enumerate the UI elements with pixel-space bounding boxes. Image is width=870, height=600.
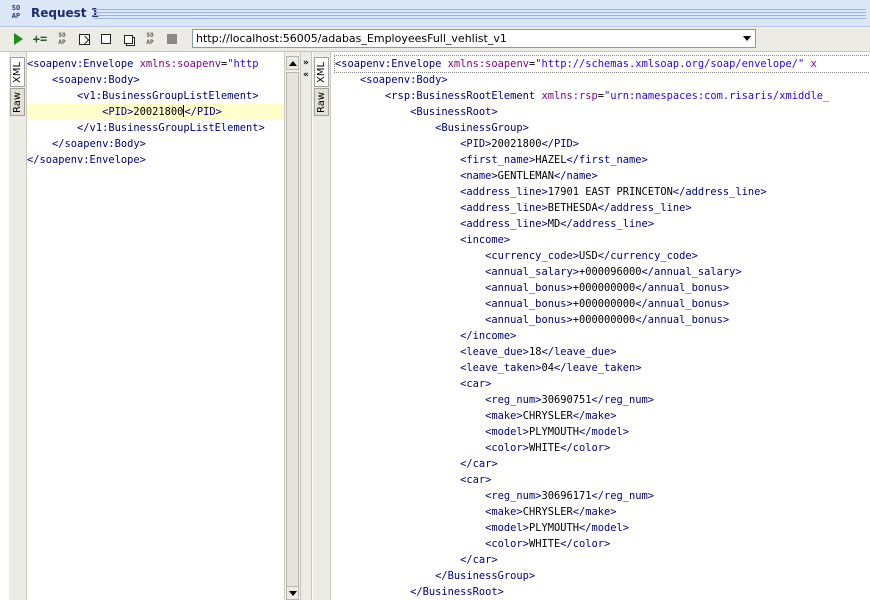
response-xml-line[interactable]: <leave_due>18</leave_due> bbox=[335, 344, 870, 360]
response-xml-line[interactable]: </car> bbox=[335, 456, 870, 472]
request-xml-line[interactable]: </soapenv:Envelope> bbox=[27, 152, 284, 168]
tab-response-xml[interactable]: XML bbox=[314, 57, 329, 87]
response-xml-line[interactable]: <car> bbox=[335, 472, 870, 488]
response-xml-line[interactable]: <PID>20021800</PID> bbox=[335, 136, 870, 152]
editor-title-bar: SO AP Request 1 bbox=[0, 0, 870, 27]
response-xml-line[interactable]: </BusinessRoot> bbox=[335, 584, 870, 600]
response-xml-line[interactable]: <BusinessRoot> bbox=[335, 104, 870, 120]
collapse-right-icon[interactable]: » bbox=[303, 58, 309, 68]
tab-request-raw[interactable]: Raw bbox=[10, 88, 25, 116]
response-xml-line[interactable]: <make>CHRYSLER</make> bbox=[335, 504, 870, 520]
scroll-up-button[interactable] bbox=[286, 56, 299, 70]
response-xml-line[interactable]: <currency_code>USD</currency_code> bbox=[335, 248, 870, 264]
soap-small-icon: SO AP bbox=[58, 32, 66, 46]
play-icon bbox=[13, 33, 23, 45]
request-xml-editor[interactable]: <soapenv:Envelope xmlns:soapenv="http <s… bbox=[27, 52, 284, 600]
tab-request-xml[interactable]: XML bbox=[10, 57, 25, 87]
request-xml-line[interactable]: <PID>20021800</PID> bbox=[27, 104, 284, 120]
scroll-thumb[interactable] bbox=[286, 72, 299, 598]
response-xml-line[interactable]: <model>PLYMOUTH</model> bbox=[335, 424, 870, 440]
request-scrollbar[interactable] bbox=[284, 52, 300, 600]
response-xml-line[interactable]: <make>CHRYSLER</make> bbox=[335, 408, 870, 424]
request-xml-line[interactable]: <soapenv:Envelope xmlns:soapenv="http bbox=[27, 56, 284, 72]
response-view-tabs: XML Raw bbox=[313, 52, 331, 600]
response-xml-line[interactable]: <soapenv:Body> bbox=[335, 72, 870, 88]
scroll-down-button[interactable] bbox=[286, 586, 299, 600]
response-xml-line[interactable]: <name>GENTLEMAN</name> bbox=[335, 168, 870, 184]
collapse-left-icon[interactable]: « bbox=[303, 70, 309, 80]
response-xml-line[interactable]: <reg_num>30690751</reg_num> bbox=[335, 392, 870, 408]
endpoint-url-select[interactable]: http://localhost:56005/adabas_EmployeesF… bbox=[192, 29, 756, 48]
response-xml-line[interactable]: <first_name>HAZEL</first_name> bbox=[335, 152, 870, 168]
request-toolbar: += SO AP SO AP http://localhost:56005/adab… bbox=[0, 27, 870, 52]
maximize-icon bbox=[78, 33, 90, 45]
response-xml-line[interactable]: <model>PLYMOUTH</model> bbox=[335, 520, 870, 536]
square-icon bbox=[101, 34, 111, 44]
chevron-down-icon[interactable] bbox=[739, 30, 755, 47]
response-xml-line[interactable]: <annual_bonus>+000000000</annual_bonus> bbox=[335, 312, 870, 328]
request-xml-line[interactable]: </soapenv:Body> bbox=[27, 136, 284, 152]
request-title: Request 1 bbox=[31, 6, 100, 20]
response-xml-line[interactable]: <reg_num>30696171</reg_num> bbox=[335, 488, 870, 504]
request-xml-line[interactable]: <v1:BusinessGroupListElement> bbox=[27, 88, 284, 104]
title-bar-drag-area[interactable] bbox=[94, 7, 866, 19]
response-xml-line[interactable]: <annual_bonus>+000000000</annual_bonus> bbox=[335, 296, 870, 312]
response-xml-line[interactable]: <annual_salary>+000096000</annual_salary… bbox=[335, 264, 870, 280]
response-xml-line[interactable]: <color>WHITE</color> bbox=[335, 536, 870, 552]
fit-editor-button[interactable] bbox=[76, 31, 92, 47]
response-xml-line[interactable]: <address_line>BETHESDA</address_line> bbox=[335, 200, 870, 216]
request-view-tabs: XML Raw bbox=[9, 52, 27, 600]
single-view-button[interactable] bbox=[98, 31, 114, 47]
response-xml-line[interactable]: <income> bbox=[335, 232, 870, 248]
editor-splitter[interactable]: » « bbox=[300, 52, 312, 600]
soap-logo-icon: SO AP bbox=[11, 4, 21, 20]
create-soap-request-button[interactable]: SO AP bbox=[54, 31, 70, 47]
response-code-area[interactable]: <soapenv:Envelope xmlns:soapenv="http://… bbox=[334, 55, 870, 600]
response-xml-line[interactable]: </BusinessGroup> bbox=[335, 568, 870, 584]
response-xml-line[interactable]: <car> bbox=[335, 376, 870, 392]
response-xml-line[interactable]: <address_line>MD</address_line> bbox=[335, 216, 870, 232]
tab-response-raw[interactable]: Raw bbox=[314, 88, 329, 116]
response-xml-line[interactable]: <annual_bonus>+000000000</annual_bonus> bbox=[335, 280, 870, 296]
response-xml-line[interactable]: <soapenv:Envelope xmlns:soapenv="http://… bbox=[334, 55, 870, 73]
response-xml-line[interactable]: <rsp:BusinessRootElement xmlns:rsp="urn:… bbox=[335, 88, 870, 104]
response-xml-line[interactable]: <address_line>17901 EAST PRINCETON</addr… bbox=[335, 184, 870, 200]
cancel-request-button[interactable] bbox=[164, 31, 180, 47]
copy-icon bbox=[123, 34, 133, 44]
soap-small-icon-2: SO AP bbox=[146, 32, 154, 46]
recreate-request-button[interactable]: SO AP bbox=[142, 31, 158, 47]
split-view-button[interactable] bbox=[120, 31, 136, 47]
submit-request-button[interactable] bbox=[10, 31, 26, 47]
response-xml-line[interactable]: <color>WHITE</color> bbox=[335, 440, 870, 456]
response-xml-line[interactable]: </income> bbox=[335, 328, 870, 344]
request-xml-line[interactable]: <soapenv:Body> bbox=[27, 72, 284, 88]
response-xml-line[interactable]: </car> bbox=[335, 552, 870, 568]
response-xml-editor[interactable]: <soapenv:Envelope xmlns:soapenv="http://… bbox=[331, 52, 870, 600]
endpoint-url-value: http://localhost:56005/adabas_EmployeesF… bbox=[196, 32, 507, 45]
request-code-area[interactable]: <soapenv:Envelope xmlns:soapenv="http <s… bbox=[27, 56, 284, 168]
stop-icon bbox=[167, 34, 177, 44]
add-step-icon: += bbox=[32, 32, 48, 46]
response-xml-line[interactable]: <BusinessGroup> bbox=[335, 120, 870, 136]
response-xml-line[interactable]: <leave_taken>04</leave_taken> bbox=[335, 360, 870, 376]
add-assertion-button[interactable]: += bbox=[32, 31, 48, 47]
request-xml-line[interactable]: </v1:BusinessGroupListElement> bbox=[27, 120, 284, 136]
